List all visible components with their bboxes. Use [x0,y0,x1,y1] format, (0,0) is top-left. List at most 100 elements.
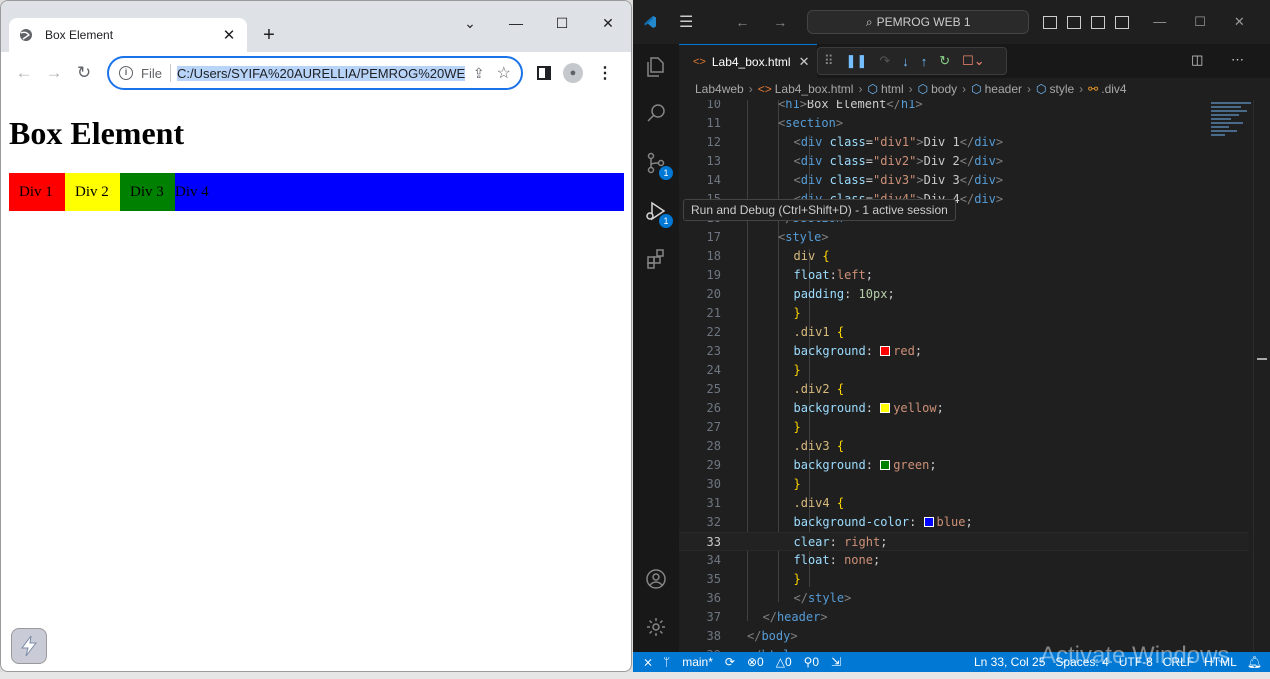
error-count[interactable]: 0 [757,655,764,669]
remote-icon[interactable]: ⨯ [633,655,663,669]
new-tab-button[interactable]: + [259,23,279,47]
code-line[interactable]: 25 .div2 { [679,380,1249,399]
cursor-position[interactable]: Ln 33, Col 25 [974,655,1045,669]
code-line[interactable]: 11 <section> [679,114,1249,133]
drag-handle-icon[interactable]: ⠿ [824,53,834,69]
code-line[interactable]: 19 float:left; [679,266,1249,285]
share-icon[interactable]: ⇪ [473,65,485,82]
live-share-icon[interactable]: ⇲ [831,655,841,669]
star-icon[interactable]: ☆ [497,63,511,83]
vertical-scrollbar[interactable] [1253,100,1267,652]
code-line[interactable]: 31 .div4 { [679,494,1249,513]
code-line[interactable]: 36 </style> [679,589,1249,608]
back-icon[interactable]: ← [9,63,39,83]
desktop: Box Element ✕ + ⌄ — ☐ ✕ ← → ↻ i File C:/… [0,0,1270,679]
minimap[interactable] [1211,100,1259,160]
stop-icon[interactable]: ☐⌄ [962,53,985,69]
code-line[interactable]: 35} [679,570,1249,589]
code-line[interactable]: 12 <div class="div1">Div 1</div> [679,133,1249,152]
toggle-panel-icon[interactable] [1067,15,1082,29]
breadcrumb-item[interactable]: header [985,82,1022,96]
box-row: Div 1 Div 2 Div 3 Div 4 [9,173,624,211]
source-control-icon[interactable]: 1 [633,140,679,186]
side-panel-icon[interactable] [537,66,551,80]
reload-icon[interactable]: ↻ [69,63,99,83]
code-editor[interactable]: 10 <h1>Box Element</h1> 11 <section> 12 <div … [679,100,1270,652]
floating-app-button[interactable] [11,628,47,664]
menu-icon[interactable]: ⋮ [597,63,613,83]
toggle-sidebar-icon[interactable] [1043,15,1058,29]
git-branch[interactable]: main* [682,655,713,669]
breadcrumb-item[interactable]: Lab4web [695,82,744,96]
browser-tab[interactable]: Box Element ✕ [9,18,247,52]
code-line[interactable]: 33 clear: right; [679,532,1249,551]
code-line[interactable]: 29 background: green; [679,456,1249,475]
restart-icon[interactable]: ↻ [939,53,950,69]
code-text: } [793,572,801,586]
code-line[interactable]: 20 padding: 10px; [679,285,1249,304]
maximize-icon[interactable]: ☐ [1194,14,1206,30]
run-debug-icon[interactable]: 1 [633,188,679,234]
profile-icon[interactable]: ● [563,63,583,83]
code-line[interactable]: 28 .div3 { [679,437,1249,456]
code-line[interactable]: 26 background: yellow; [679,399,1249,418]
navigation-arrows[interactable]: ← → [735,14,797,30]
minimize-icon[interactable]: — [1153,14,1166,30]
step-into-icon[interactable]: ↓ [902,54,909,69]
code-text: .div1 { [793,325,845,339]
search-icon[interactable] [633,90,679,136]
code-line[interactable]: 27} [679,418,1249,437]
ports-count[interactable]: 0 [812,655,819,669]
explorer-icon[interactable] [633,44,679,90]
code-line[interactable]: 17 <style> [679,228,1249,247]
code-line[interactable]: 18 div { [679,247,1249,266]
step-over-icon[interactable]: ↷ [879,53,890,69]
editor-tab[interactable]: <> Lab4_box.html ✕ [679,44,817,78]
ports-icon: ⚲ [803,655,813,669]
extensions-icon[interactable] [633,236,679,282]
code-line[interactable]: 30} [679,475,1249,494]
url-text[interactable]: C:/Users/SYIFA%20AURELLIA/PEMROG%20WEB%2… [176,65,465,81]
step-out-icon[interactable]: ↑ [921,54,928,69]
sync-icon[interactable]: ⟳ [725,655,735,669]
close-tab-icon[interactable]: ✕ [221,26,237,44]
breadcrumb-item[interactable]: body [931,82,957,96]
pause-icon[interactable]: ❚❚ [846,53,868,69]
debug-toolbar: ⠿ ❚❚ ↷ ↓ ↑ ↻ ☐⌄ [817,47,1007,75]
code-line[interactable]: 21} [679,304,1249,323]
forward-icon[interactable]: → [39,63,69,83]
code-text: </header> [762,610,828,624]
breadcrumb-item[interactable]: style [1049,82,1074,96]
split-editor-icon[interactable]: ◫ ⋯ [1191,52,1256,68]
code-text: </body> [747,629,798,643]
notifications-bell-icon[interactable]: 🔔︎ [1247,655,1262,669]
minimize-icon[interactable]: — [493,11,539,35]
close-window-icon[interactable]: ✕ [1234,14,1245,30]
code-line[interactable]: 13 <div class="div2">Div 2</div> [679,152,1249,171]
toggle-secondary-sidebar-icon[interactable] [1091,15,1106,29]
address-bar[interactable]: i File C:/Users/SYIFA%20AURELLIA/PEMROG%… [107,56,523,90]
code-line[interactable]: 10 <h1>Box Element</h1> [679,100,1249,114]
code-line[interactable]: 22 .div1 { [679,323,1249,342]
code-line[interactable]: 14 <div class="div3">Div 3</div> [679,171,1249,190]
command-center-search[interactable]: ⌕ PEMROG WEB 1 [807,10,1030,34]
warning-count[interactable]: 0 [785,655,792,669]
accounts-icon[interactable] [633,556,679,602]
settings-gear-icon[interactable] [633,604,679,650]
code-line[interactable]: 24} [679,361,1249,380]
info-icon[interactable]: i [119,66,133,80]
code-line[interactable]: 23 background: red; [679,342,1249,361]
menu-icon[interactable]: ☰ [679,12,693,32]
close-tab-icon[interactable]: ✕ [799,54,810,70]
breadcrumb-item[interactable]: .div4 [1101,82,1126,96]
code-line[interactable]: 34 float: none; [679,551,1249,570]
maximize-icon[interactable]: ☐ [539,11,585,35]
tab-search-icon[interactable]: ⌄ [447,11,493,35]
chevron-right-icon: › [858,82,863,96]
close-window-icon[interactable]: ✕ [585,11,631,35]
customize-layout-icon[interactable] [1115,15,1130,29]
breadcrumb-item[interactable]: Lab4_box.html [775,82,854,96]
code-line[interactable]: 37 </header> [679,608,1249,627]
code-line[interactable]: 32 background-color: blue; [679,513,1249,532]
breadcrumb-item[interactable]: html [881,82,904,96]
